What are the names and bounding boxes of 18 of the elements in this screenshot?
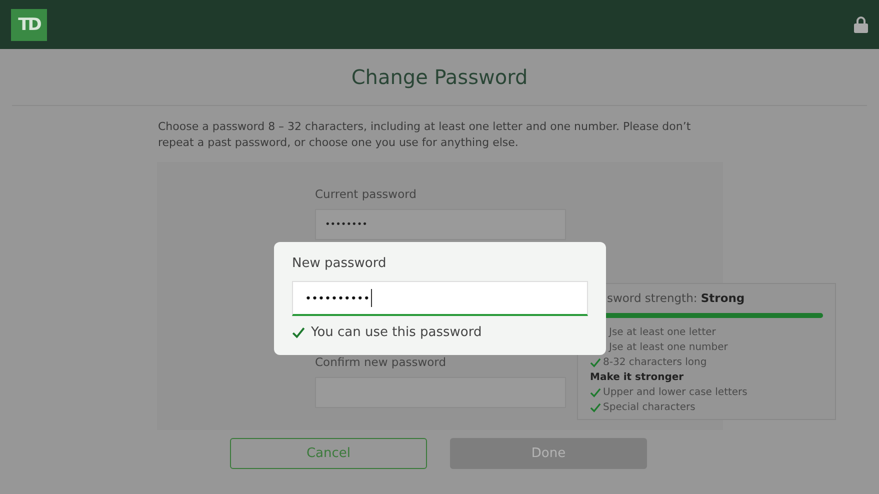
instructions-text: Choose a password 8 – 32 characters, including at least one letter and one number. Please don’t repeat a past password, or choose one you use for anything else.: [158, 119, 692, 151]
rule-text: Special characters: [603, 402, 696, 413]
rule-text: 8-32 characters long: [603, 357, 707, 368]
field-label: Current password: [315, 187, 416, 203]
logo[interactable]: TD: [11, 8, 47, 40]
field-label: Confirm new password: [315, 355, 446, 371]
current-password-field[interactable]: ••••••••: [315, 209, 566, 240]
lock-icon: [854, 16, 868, 33]
page-title: Change Password: [350, 64, 529, 89]
cancel-button[interactable]: Cancel: [230, 438, 427, 469]
strength-heading: sword strength: Strong: [606, 291, 746, 307]
field-label: New password: [292, 256, 388, 271]
section-heading: Make it stronger: [590, 372, 684, 383]
rule-text: Jse at least one letter: [608, 327, 716, 338]
validation-message: You can use this password: [311, 325, 482, 340]
new-password-field[interactable]: ••••••••••: [292, 281, 588, 316]
rule-text: Upper and lower case letters: [603, 387, 748, 398]
rule-text: Jse at least one number: [608, 342, 728, 353]
